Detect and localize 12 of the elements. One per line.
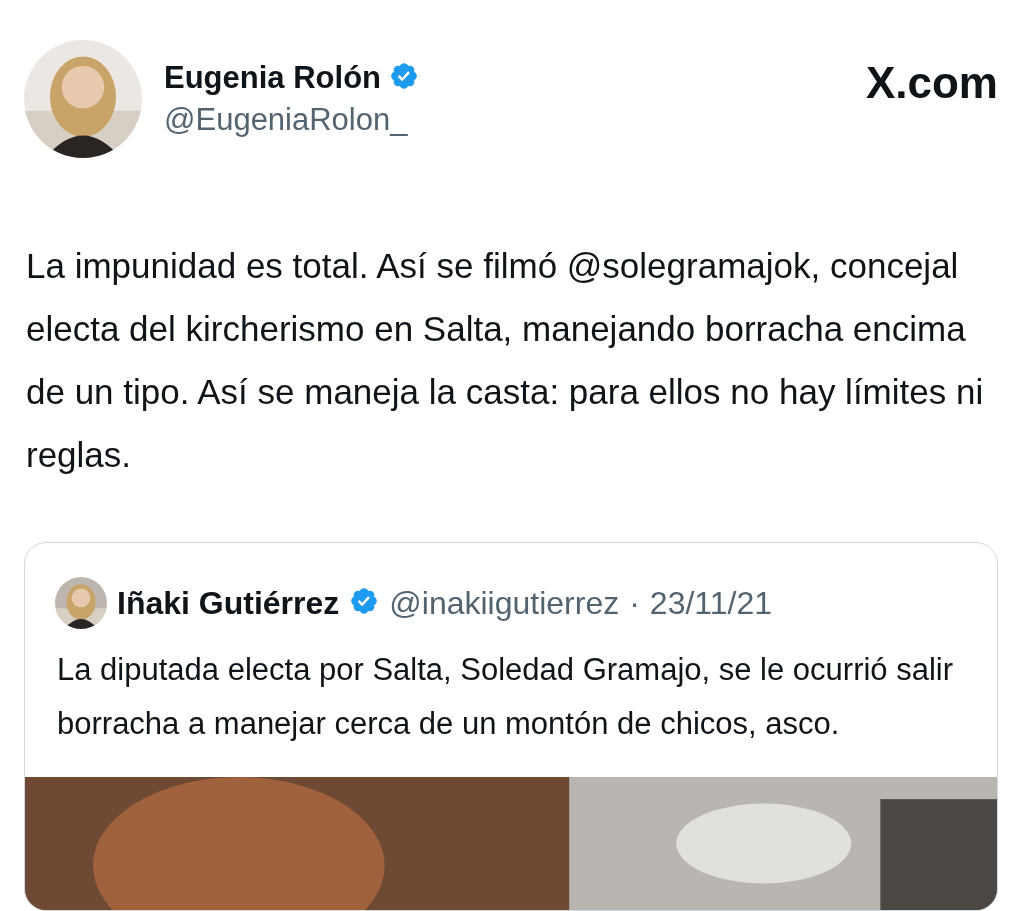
quoted-tweet-text: La diputada electa por Salta, Soledad Gramajo, se le ocurrió salir borracha a manejar cerca de un montón de chicos, asco. <box>57 651 955 743</box>
quoted-date: 23/11/21 <box>649 584 773 622</box>
separator-dot: · <box>629 584 640 622</box>
author-name[interactable]: Eugenia Rolón <box>164 60 381 96</box>
verified-badge-icon <box>389 61 419 91</box>
site-logo: X.com <box>865 58 998 108</box>
quoted-tweet-card[interactable]: Iñaki Gutiérrez @inakiigutierrez · 23/11/21 La diputada electa por Salta, Soledad Gramajo, se le ocurrió salir borracha a manejar cerca de un montón de chicos, asco. <box>24 542 998 911</box>
author-handle[interactable]: @EugeniaRolon_ <box>164 102 844 138</box>
quoted-author-name[interactable]: Iñaki Gutiérrez <box>117 584 340 622</box>
quoted-author-handle[interactable]: @inakiigutierrez <box>389 584 620 622</box>
tweet-text: La impunidad es total. Así se filmó @solegramajok, concejal electa del kircherismo en Salta, manejando borracha encima de un tipo. Así se maneja la casta: para ellos no hay límites ni reglas. <box>26 245 985 476</box>
verified-badge-icon <box>349 586 380 616</box>
